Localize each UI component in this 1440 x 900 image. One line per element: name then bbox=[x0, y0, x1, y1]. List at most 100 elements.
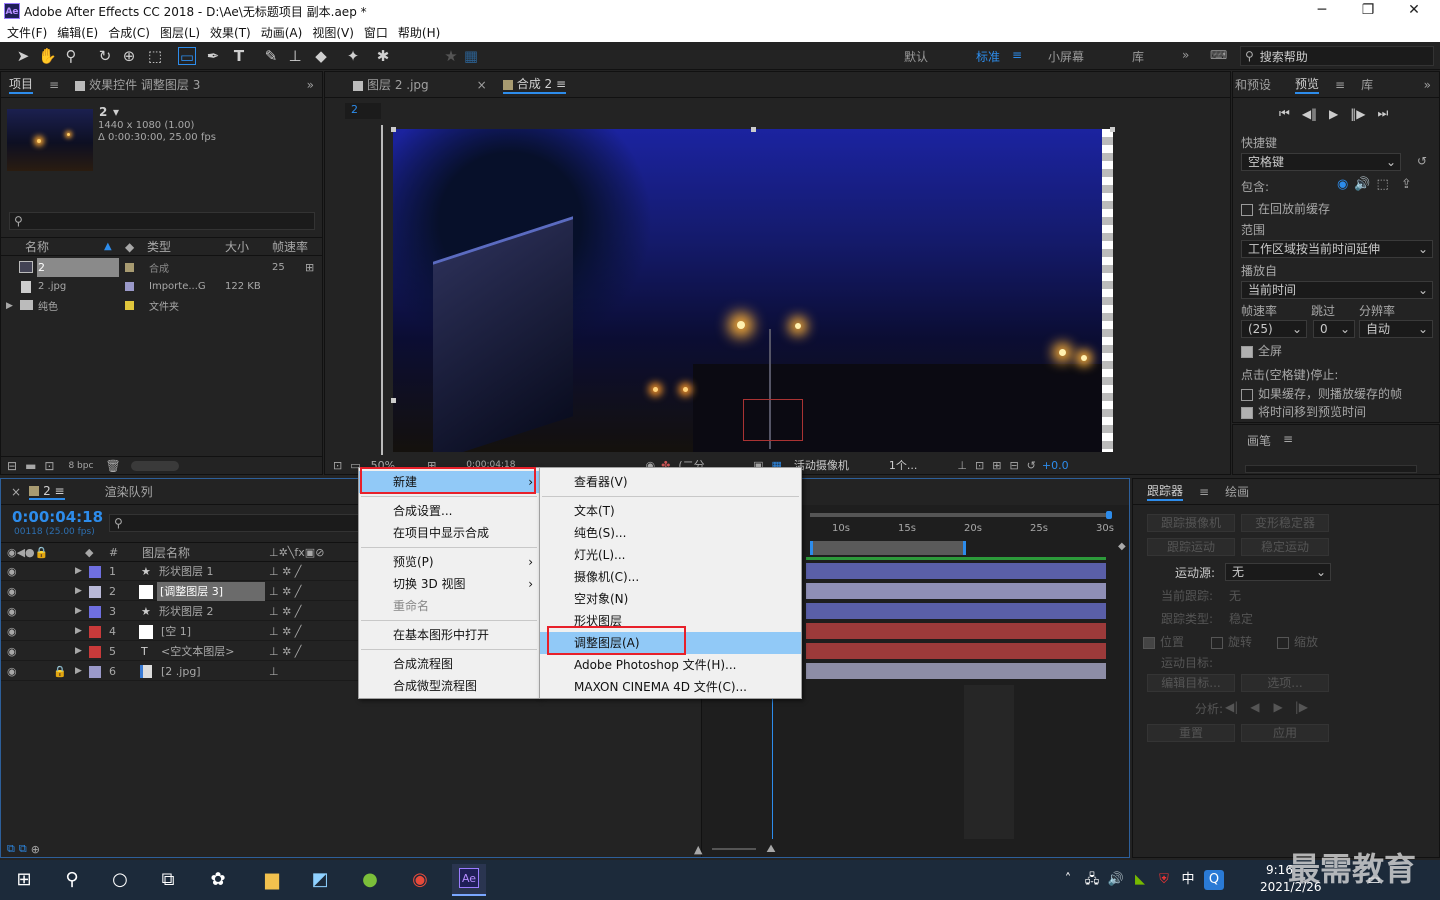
new-comp-icon[interactable]: ⊡ bbox=[44, 459, 54, 473]
bounding-handle[interactable] bbox=[391, 398, 396, 403]
toggle-pixel-icon[interactable]: ⊥ bbox=[957, 459, 967, 472]
tab-close-icon[interactable]: × bbox=[11, 485, 21, 499]
interpret-footage-icon[interactable]: ⊟ bbox=[7, 459, 17, 473]
expand-triangle-icon[interactable]: ▶ bbox=[6, 301, 13, 311]
comp-marker-icon[interactable]: ◆ bbox=[1118, 541, 1126, 552]
col-size[interactable]: 大小 bbox=[225, 238, 249, 255]
layer-switches-icon[interactable]: ⊥ bbox=[269, 665, 279, 678]
submenu-item-viewer[interactable]: 查看器(V) bbox=[540, 471, 801, 493]
tab-brush[interactable]: 画笔 bbox=[1247, 432, 1271, 449]
nvidia-icon[interactable]: ◣ bbox=[1128, 868, 1152, 892]
submenu-item-photoshop-file[interactable]: Adobe Photoshop 文件(H)... bbox=[540, 654, 801, 676]
brush-tool-icon[interactable]: ✎ bbox=[262, 47, 280, 65]
submenu-item-null-object[interactable]: 空对象(N) bbox=[540, 588, 801, 610]
snapping-toggle-icon[interactable]: ▦ bbox=[462, 47, 480, 65]
pen-tool-icon[interactable]: ✒ bbox=[204, 47, 222, 65]
tab-render-queue[interactable]: 渲染队列 bbox=[105, 483, 153, 500]
analyze-forward-icon[interactable]: ▶ bbox=[1274, 700, 1283, 714]
layer-name-header[interactable]: 图层名称 bbox=[142, 544, 190, 561]
eye-visibility-icon[interactable]: ◉ bbox=[7, 665, 17, 678]
menu-animation[interactable]: 动画(A) bbox=[261, 24, 303, 41]
current-track-select[interactable]: 无 bbox=[1229, 587, 1241, 604]
views-dropdown[interactable]: 1个... bbox=[889, 457, 918, 473]
next-frame-icon[interactable]: ‖▶ bbox=[1350, 107, 1365, 121]
sync-icon[interactable]: ⌨ bbox=[1210, 48, 1227, 62]
menu-composition[interactable]: 合成(C) bbox=[108, 24, 150, 41]
volume-icon[interactable]: 🔊 bbox=[1104, 868, 1128, 892]
video-eye-icon[interactable]: ◉ bbox=[1337, 177, 1348, 192]
edit-target-button[interactable]: 编辑目标... bbox=[1147, 674, 1235, 692]
clone-stamp-tool-icon[interactable]: ⊥ bbox=[286, 47, 304, 65]
panel-more-icon[interactable]: » bbox=[307, 78, 314, 92]
pinwheel-app-icon[interactable]: ✿ bbox=[206, 868, 230, 892]
current-time-indicator[interactable] bbox=[772, 685, 773, 839]
resolution-select[interactable]: 自动 ⌄ bbox=[1359, 320, 1433, 338]
layer-bar[interactable] bbox=[806, 603, 1106, 619]
after-effects-taskbar-icon[interactable]: Ae bbox=[452, 864, 486, 896]
submenu-item-camera[interactable]: 摄像机(C)... bbox=[540, 566, 801, 588]
reset-icon[interactable]: ↺ bbox=[1417, 154, 1427, 168]
menu-edit[interactable]: 编辑(E) bbox=[57, 24, 98, 41]
bpc-label[interactable]: 8 bpc bbox=[68, 461, 93, 471]
layer-bar[interactable] bbox=[806, 583, 1106, 599]
eye-visibility-icon[interactable]: ◉ bbox=[7, 645, 17, 658]
cortana-icon[interactable]: ○ bbox=[108, 868, 132, 892]
scale-checkbox[interactable]: 缩放 bbox=[1277, 633, 1318, 650]
hand-tool-icon[interactable]: ✋ bbox=[38, 47, 57, 65]
skip-select[interactable]: 0 ⌄ bbox=[1313, 320, 1355, 338]
layer-label-color[interactable] bbox=[89, 626, 101, 638]
menu-view[interactable]: 视图(V) bbox=[312, 24, 354, 41]
submenu-item-solid[interactable]: 纯色(S)... bbox=[540, 522, 801, 544]
menu-layer[interactable]: 图层(L) bbox=[160, 24, 200, 41]
workspace-more-icon[interactable]: » bbox=[1182, 48, 1189, 62]
flowchart-icon[interactable]: ⊟ bbox=[1009, 459, 1018, 472]
comp-breadcrumb[interactable]: 2 bbox=[345, 103, 381, 119]
fps-select[interactable]: (25) ⌄ bbox=[1241, 320, 1307, 338]
windows-start-icon[interactable]: ⊞ bbox=[12, 868, 36, 892]
bounding-handle[interactable] bbox=[1110, 127, 1115, 132]
lock-icon[interactable]: 🔒 bbox=[53, 665, 67, 678]
warp-stabilizer-button[interactable]: 变形稳定器 bbox=[1241, 514, 1329, 532]
camera-dropdown[interactable]: 活动摄像机 bbox=[794, 457, 849, 473]
help-search-input[interactable]: ⚲ 搜索帮助 bbox=[1240, 46, 1434, 66]
menu-item-comp-mini-flowchart[interactable]: 合成微型流程图 bbox=[359, 675, 539, 697]
eye-visibility-icon[interactable]: ◉ bbox=[7, 605, 17, 618]
layer-switches-icon[interactable]: ⊥ ✲ ╱ bbox=[269, 625, 301, 638]
tab-timeline-comp[interactable]: 2 ≡ bbox=[29, 484, 65, 500]
project-row[interactable]: 2 合成 25 ⊞ bbox=[1, 258, 321, 277]
minimize-icon[interactable]: ─ bbox=[1302, 2, 1342, 18]
snap-icon[interactable]: ★ bbox=[442, 47, 460, 65]
menu-help[interactable]: 帮助(H) bbox=[398, 24, 440, 41]
bounding-handle[interactable] bbox=[391, 127, 396, 132]
comp-name-dropdown-icon[interactable]: ▾ bbox=[113, 105, 119, 119]
toggle-duration-icon[interactable]: ⊕ bbox=[31, 843, 40, 856]
tab-tracker[interactable]: 跟踪器 bbox=[1147, 482, 1184, 501]
maximize-icon[interactable]: ❐ bbox=[1348, 2, 1388, 18]
apply-button[interactable]: 应用 bbox=[1241, 724, 1329, 742]
submenu-item-text[interactable]: 文本(T) bbox=[540, 500, 801, 522]
toggle-modes-icon[interactable]: ⧉ bbox=[19, 842, 27, 856]
pan-behind-tool-icon[interactable]: ⬚ bbox=[146, 47, 164, 65]
layer-switches-icon[interactable]: ⊥ ✲ ╱ bbox=[269, 565, 301, 578]
tab-paint[interactable]: 绘画 bbox=[1225, 483, 1249, 500]
tab-library[interactable]: 库 bbox=[1361, 76, 1373, 93]
menu-effect[interactable]: 效果(T) bbox=[210, 24, 251, 41]
eye-visibility-icon[interactable]: ◉ bbox=[7, 565, 17, 578]
menu-item-open-in-essential-graphics[interactable]: 在基本图形中打开 bbox=[359, 624, 539, 646]
layer-bar[interactable] bbox=[806, 623, 1106, 639]
play-icon[interactable]: ▶ bbox=[1329, 107, 1338, 121]
layer-row[interactable]: ◉ ▶ 3 ★ 形状图层 2 ⊥ ✲ ╱ bbox=[1, 602, 359, 621]
layer-switches-icon[interactable]: ⊥ ✲ ╱ bbox=[269, 645, 301, 658]
position-checkbox[interactable]: 位置 bbox=[1143, 633, 1184, 650]
submenu-item-light[interactable]: 灯光(L)... bbox=[540, 544, 801, 566]
layer-label-color[interactable] bbox=[89, 586, 101, 598]
last-frame-icon[interactable]: ⏭ bbox=[1378, 106, 1389, 121]
layer-row[interactable]: ◉ ▶ 1 ★ 形状图层 1 ⊥ ✲ ╱ bbox=[1, 562, 359, 581]
zoom-out-icon[interactable]: ▲ bbox=[694, 843, 702, 856]
bounding-handle[interactable] bbox=[751, 127, 756, 132]
exposure-value[interactable]: +0.0 bbox=[1042, 459, 1069, 472]
tab-effect-controls[interactable]: 效果控件 调整图层 3 bbox=[75, 76, 200, 93]
qq-icon[interactable]: Q bbox=[1204, 870, 1224, 890]
audio-icon[interactable]: 🔊 bbox=[1354, 177, 1370, 192]
layer-label-color[interactable] bbox=[89, 646, 101, 658]
